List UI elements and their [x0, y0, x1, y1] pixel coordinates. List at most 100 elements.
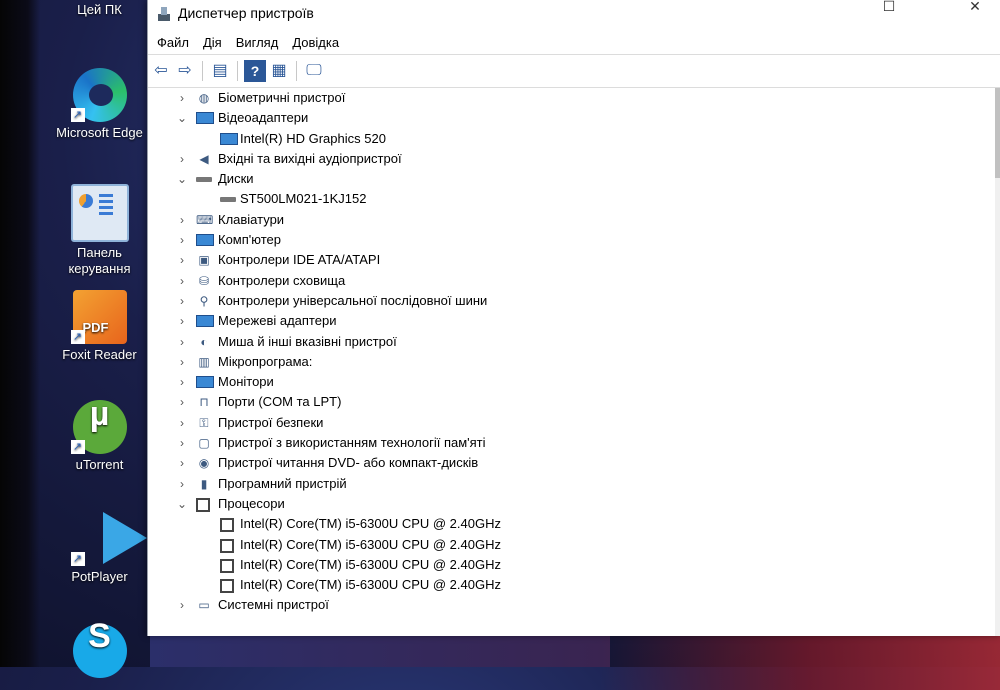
tree-device[interactable]: Intel(R) Core(TM) i5-6300U CPU @ 2.40GHz — [148, 575, 1000, 595]
tree-device[interactable]: Intel(R) Core(TM) i5-6300U CPU @ 2.40GHz — [148, 514, 1000, 534]
tree-label: Диски — [218, 171, 254, 187]
chevron-right-icon[interactable]: › — [176, 149, 188, 169]
desktop-icon-skype[interactable]: S — [52, 619, 147, 681]
tree-label: Intel(R) HD Graphics 520 — [240, 130, 386, 146]
tree-category[interactable]: › ⛁ Контролери сховища — [148, 271, 1000, 291]
firmware-icon: ▥ — [198, 354, 210, 369]
chevron-down-icon[interactable]: ⌄ — [176, 108, 188, 128]
help-icon[interactable]: ? — [244, 60, 266, 82]
tree-label: Контролери сховища — [218, 272, 346, 288]
chevron-down-icon[interactable]: ⌄ — [176, 169, 188, 189]
desktop-icon-label: Цей ПК — [77, 2, 122, 17]
tree-label: Комп'ютер — [218, 232, 281, 248]
tree-device[interactable]: Intel(R) Core(TM) i5-6300U CPU @ 2.40GHz — [148, 535, 1000, 555]
tree-category[interactable]: › ▮ Програмний пристрій — [148, 474, 1000, 494]
tree-category[interactable]: › ⚲ Контролери універсальної послідовної ш… — [148, 291, 1000, 311]
toolbar-separator — [202, 61, 203, 81]
tree-category[interactable]: › ◍ Біометричні пристрої — [148, 88, 1000, 108]
network-adapter-icon — [196, 315, 214, 328]
tree-category[interactable]: › ⚿ Пристрої безпеки — [148, 413, 1000, 433]
menu-view[interactable]: Вигляд — [229, 32, 286, 53]
computer-icon — [196, 234, 214, 247]
title-bar[interactable]: Диспетчер пристроїв ☐ ✕ — [148, 0, 1000, 30]
desktop-icon-utorrent[interactable]: µ ↗ uTorrent — [52, 395, 147, 473]
tree-label: Клавіатури — [218, 211, 285, 227]
utorrent-glyph: µ — [89, 395, 110, 433]
tree-device[interactable]: ST500LM021-1KJ152 — [148, 189, 1000, 209]
tree-category[interactable]: › Комп'ютер — [148, 230, 1000, 250]
desktop-icon-label: Microsoft Edge — [56, 125, 143, 140]
back-arrow-icon[interactable]: ⇦ — [150, 60, 172, 82]
close-button[interactable]: ✕ — [952, 0, 998, 30]
control-panel-icon — [70, 184, 129, 242]
desktop-icon-label: Панель керування — [68, 245, 131, 276]
tree-label: Контролери універсальної послідовної шин… — [218, 292, 488, 308]
menu-help[interactable]: Довідка — [285, 32, 346, 53]
desktop-icon-potplayer[interactable]: ↗ PotPlayer — [52, 512, 147, 585]
tree-label: Пристрої з використанням технології пам'… — [218, 435, 486, 451]
tree-label: Відеоадаптери — [218, 110, 309, 126]
menu-file[interactable]: Файл — [150, 32, 196, 53]
tree-label: Intel(R) Core(TM) i5-6300U CPU @ 2.40GHz — [240, 536, 501, 552]
tree-category[interactable]: › ◀ Вхідні та вихідні аудіопристрої — [148, 149, 1000, 169]
scan-monitor-icon[interactable]: 🖵 — [303, 60, 325, 82]
chevron-right-icon[interactable]: › — [176, 352, 188, 372]
tree-label: Пристрої безпеки — [218, 414, 324, 430]
tree-category[interactable]: › ⊓ Порти (COM та LPT) — [148, 392, 1000, 412]
device-manager-icon — [156, 6, 172, 22]
chevron-right-icon[interactable]: › — [176, 88, 188, 108]
tree-device[interactable]: Intel(R) HD Graphics 520 — [148, 129, 1000, 149]
menu-action[interactable]: Дія — [196, 32, 229, 53]
tree-category[interactable]: ⌄ Диски — [148, 169, 1000, 189]
tree-category[interactable]: › ▥ Мікропрограма: — [148, 352, 1000, 372]
tree-label: Процесори — [218, 495, 285, 511]
tree-category[interactable]: › ▣ Контролери IDE ATA/ATAPI — [148, 250, 1000, 270]
chevron-right-icon[interactable]: › — [176, 474, 188, 494]
tree-category[interactable]: › ◉ Пристрої читання DVD- або компакт-диск… — [148, 453, 1000, 473]
potplayer-icon: ↗ — [70, 512, 147, 566]
desktop-icon-control-panel[interactable]: Панель керування — [52, 184, 147, 277]
desktop-icon-edge[interactable]: ↗ Microsoft Edge — [52, 68, 147, 141]
chevron-right-icon[interactable]: › — [176, 372, 188, 392]
tree-label: Intel(R) Core(TM) i5-6300U CPU @ 2.40GHz — [240, 556, 501, 572]
chevron-right-icon[interactable]: › — [176, 413, 188, 433]
chevron-right-icon[interactable]: › — [176, 392, 188, 412]
device-manager-window: Диспетчер пристроїв ☐ ✕ Файл Дія Вигляд … — [147, 0, 1000, 636]
chevron-right-icon[interactable]: › — [176, 453, 188, 473]
tree-category[interactable]: › ▭ Системні пристрої — [148, 595, 1000, 615]
tree-label: Intel(R) Core(TM) i5-6300U CPU @ 2.40GHz — [240, 577, 501, 593]
chevron-right-icon[interactable]: › — [176, 433, 188, 453]
chevron-right-icon[interactable]: › — [176, 230, 188, 250]
processor-icon — [220, 558, 234, 573]
chevron-right-icon[interactable]: › — [176, 332, 188, 352]
menu-bar: Файл Дія Вигляд Довідка — [148, 30, 1000, 54]
desktop-icon-this-pc[interactable]: Цей ПК — [52, 2, 147, 18]
tree-label: Системні пристрої — [218, 597, 329, 613]
properties-icon[interactable]: ▤ — [209, 60, 231, 82]
tree-category[interactable]: › ▢ Пристрої з використанням технології па… — [148, 433, 1000, 453]
tree-category[interactable]: › Монітори — [148, 372, 1000, 392]
chevron-right-icon[interactable]: › — [176, 311, 188, 331]
desktop-icon-foxit[interactable]: PDF ↗ Foxit Reader — [52, 290, 147, 363]
chevron-right-icon[interactable]: › — [176, 291, 188, 311]
tree-label: ST500LM021-1KJ152 — [240, 191, 367, 207]
details-icon[interactable]: ▦ — [268, 60, 290, 82]
pdf-badge: PDF — [82, 320, 109, 335]
maximize-button[interactable]: ☐ — [866, 0, 912, 30]
chevron-right-icon[interactable]: › — [176, 250, 188, 270]
tree-label: Біометричні пристрої — [218, 90, 346, 105]
tree-category[interactable]: ⌄ Процесори — [148, 494, 1000, 514]
chevron-down-icon[interactable]: ⌄ — [176, 494, 188, 514]
tree-label: Порти (COM та LPT) — [218, 394, 342, 410]
scrollbar-thumb[interactable] — [995, 88, 1000, 178]
forward-arrow-icon[interactable]: ⇨ — [174, 60, 196, 82]
toolbar-separator — [296, 61, 297, 81]
tree-category[interactable]: › Мережеві адаптери — [148, 311, 1000, 331]
tree-category[interactable]: ⌄ Відеоадаптери — [148, 108, 1000, 128]
tree-category[interactable]: › ⌨ Клавіатури — [148, 210, 1000, 230]
chevron-right-icon[interactable]: › — [176, 271, 188, 291]
tree-device[interactable]: Intel(R) Core(TM) i5-6300U CPU @ 2.40GHz — [148, 555, 1000, 575]
chevron-right-icon[interactable]: › — [176, 595, 188, 615]
chevron-right-icon[interactable]: › — [176, 210, 188, 230]
tree-category[interactable]: › ◐ Миша й інші вказівні пристрої — [148, 332, 1000, 352]
